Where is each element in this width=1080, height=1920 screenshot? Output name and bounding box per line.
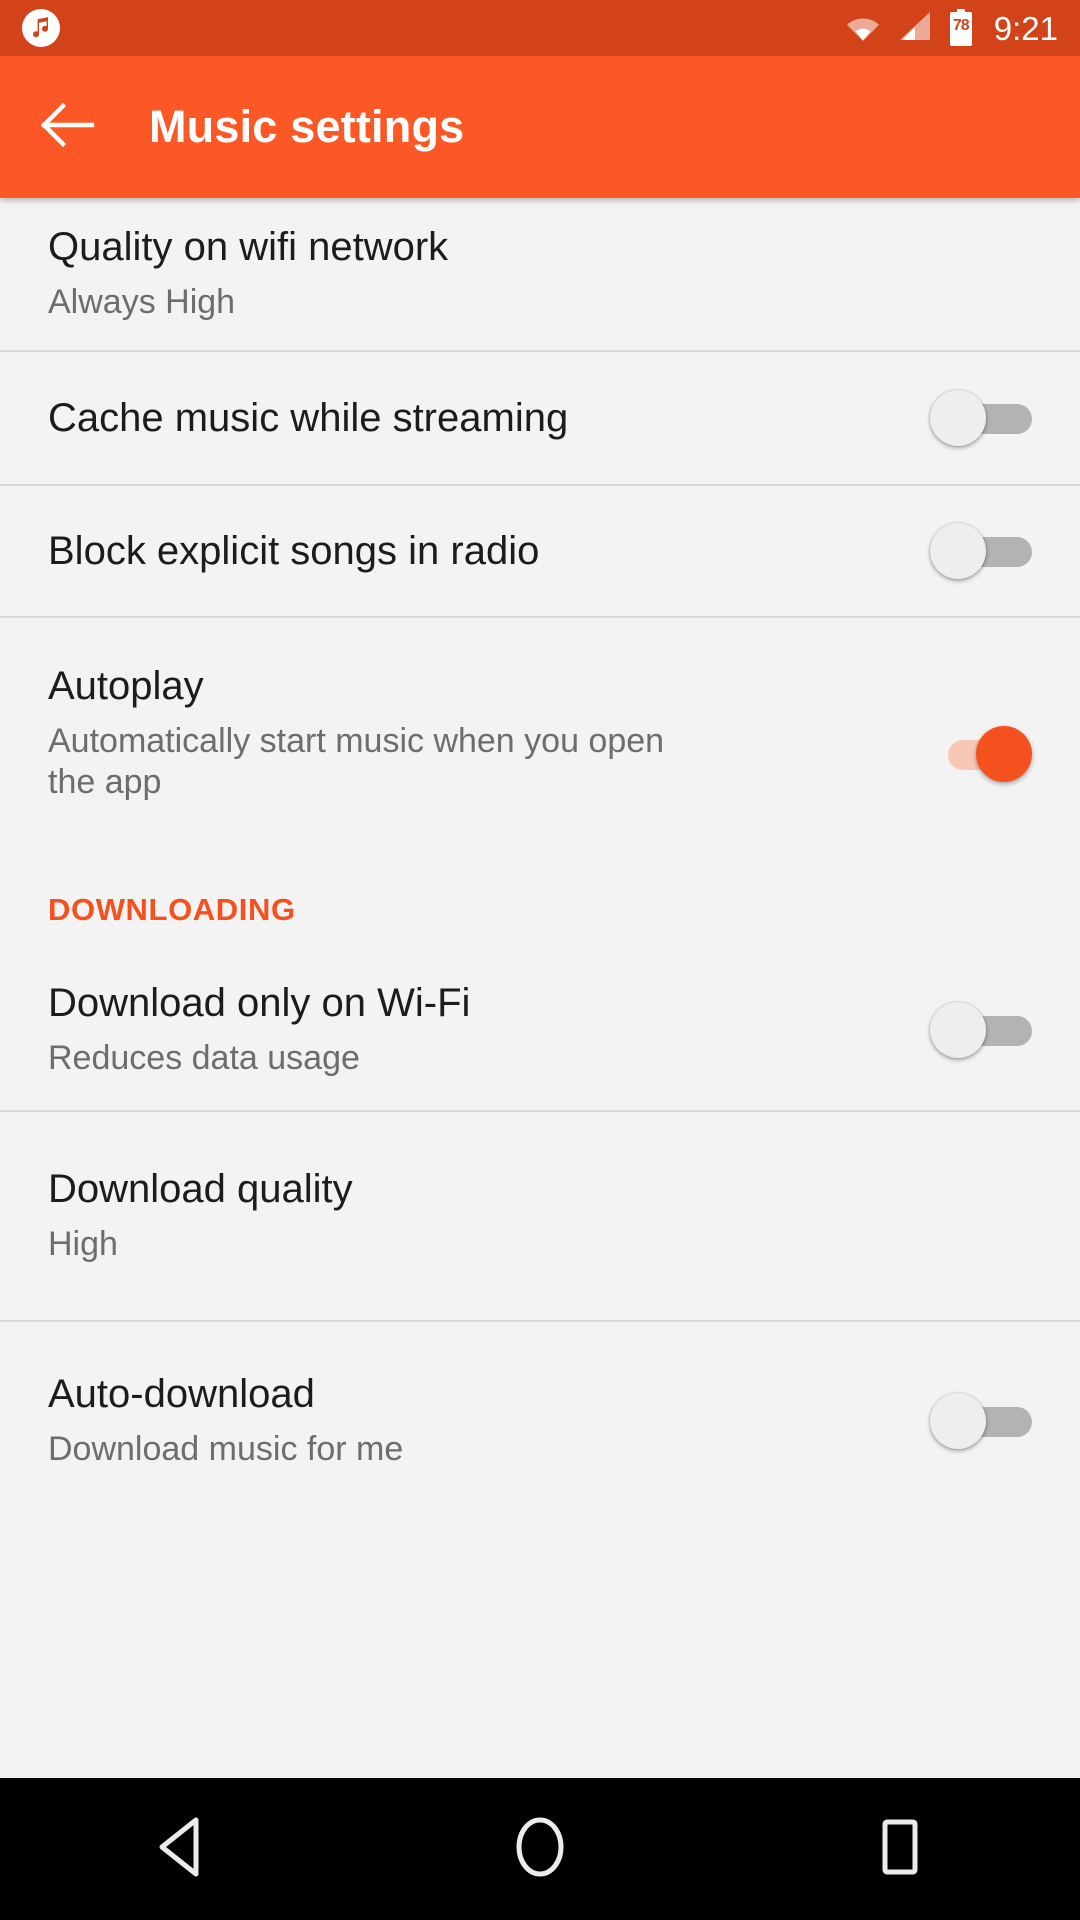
battery-level-label: 78 [952,17,970,34]
toggle-thumb [930,523,986,579]
setting-row-cache-music[interactable]: Cache music while streaming [0,352,1080,484]
back-navigation-button[interactable] [20,79,116,175]
toggle-autoplay[interactable] [930,726,1032,782]
setting-subtitle: Download music for me [48,1430,404,1468]
status-bar: 78 9:21 [0,0,1080,56]
toggle-thumb [930,1002,986,1058]
setting-title: Quality on wifi network [48,225,449,270]
status-bar-clock: 9:21 [993,9,1058,47]
page-title: Music settings [149,101,465,152]
nav-back-button[interactable] [0,1778,360,1920]
setting-row-block-explicit[interactable]: Block explicit songs in radio [0,486,1080,616]
nav-home-button[interactable] [360,1778,720,1920]
nav-recents-button[interactable] [720,1778,1080,1920]
nav-back-icon [152,1816,208,1883]
setting-row-autoplay[interactable]: Autoplay Automatically start music when … [0,618,1080,850]
arrow-left-icon [40,101,96,154]
settings-list[interactable]: Quality on wifi network Always High Cach… [0,198,1080,1778]
battery-icon: 78 [948,9,974,47]
toggle-thumb [976,726,1032,782]
row-text-block: Autoplay Automatically start music when … [48,664,930,802]
setting-subtitle: Reduces data usage [48,1039,360,1077]
setting-title: Download quality [48,1167,353,1212]
nav-home-icon [513,1816,567,1883]
setting-subtitle: Automatically start music when you open … [48,721,665,801]
nav-recents-icon [876,1818,924,1881]
wifi-icon [844,11,882,46]
section-header-downloading: DOWNLOADING [48,892,296,927]
setting-row-quality-on-wifi[interactable]: Quality on wifi network Always High [0,198,1080,350]
toggle-download-only-wifi[interactable] [930,1002,1032,1058]
phone-screen: 78 9:21 Music settings Quality on wifi n… [0,0,1080,1920]
setting-row-download-only-wifi[interactable]: Download only on Wi-Fi Reduces data usag… [0,950,1080,1110]
setting-subtitle: High [48,1225,118,1263]
row-text-block: Auto-download Download music for me [48,1372,930,1470]
row-text-block: Cache music while streaming [48,396,930,441]
setting-subtitle: Always High [48,283,236,321]
setting-title: Cache music while streaming [48,395,569,440]
setting-title: Block explicit songs in radio [48,528,540,573]
toggle-thumb [930,390,986,446]
app-bar: Music settings [0,56,1080,198]
cellular-signal-icon [898,11,932,46]
toggle-thumb [930,1393,986,1449]
status-bar-notifications [22,9,844,47]
row-text-block: Block explicit songs in radio [48,529,930,574]
setting-row-auto-download[interactable]: Auto-download Download music for me [0,1322,1080,1520]
setting-row-download-quality[interactable]: Download quality High [0,1112,1080,1320]
row-text-block: Download only on Wi-Fi Reduces data usag… [48,981,930,1079]
setting-title: Download only on Wi-Fi [48,981,471,1026]
toggle-block-explicit[interactable] [930,523,1032,579]
row-text-block: Quality on wifi network Always High [48,225,1032,323]
system-navigation-bar [0,1778,1080,1920]
setting-title: Autoplay [48,664,204,708]
music-note-icon [22,9,60,47]
row-text-block: Download quality High [48,1167,1032,1265]
setting-title: Auto-download [48,1372,315,1417]
status-bar-system-icons: 78 9:21 [844,9,1058,47]
toggle-auto-download[interactable] [930,1393,1032,1449]
toggle-cache-music[interactable] [930,390,1032,446]
